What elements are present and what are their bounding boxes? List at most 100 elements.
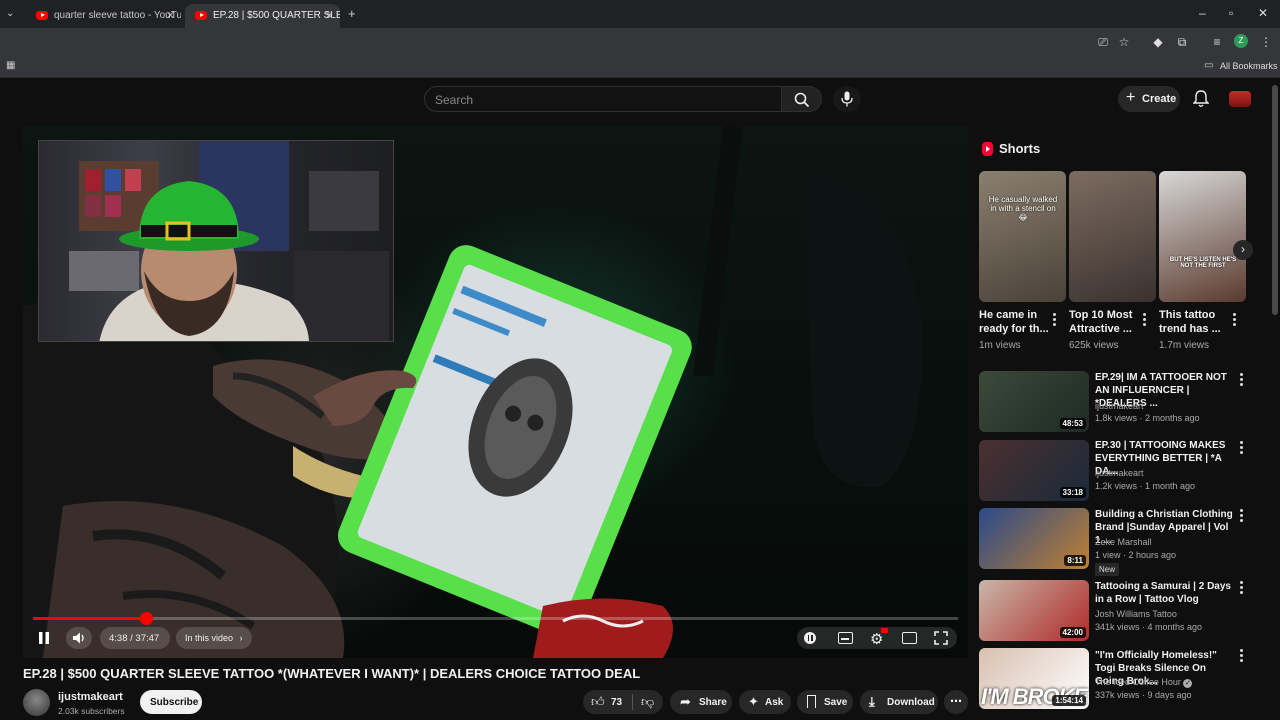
- all-bookmarks-link[interactable]: All Bookmarks: [1220, 61, 1278, 71]
- settings-gear-icon[interactable]: ⚙: [870, 628, 888, 648]
- share-label: Share: [699, 697, 727, 708]
- extensions-puzzle-icon[interactable]: ⧉: [1174, 34, 1190, 50]
- thumbs-down-icon: 👎︎: [641, 694, 655, 709]
- address-bar-row: ⎚ ☆ ◆ ⧉ ≡ Z ⋮: [0, 28, 1280, 56]
- short-menu-icon[interactable]: [1050, 313, 1058, 327]
- recommendation-title[interactable]: Tattooing a Samurai | 2 Days in a Row | …: [1095, 580, 1235, 606]
- minimize-icon[interactable]: –: [1199, 6, 1206, 20]
- short-thumbnail[interactable]: He casually walked in with a stencil on …: [979, 171, 1066, 302]
- download-button[interactable]: ⤓ Download: [860, 690, 938, 714]
- chapters-button[interactable]: In this video ›: [176, 627, 252, 649]
- duration-badge: 8:11: [1064, 555, 1086, 566]
- youtube-favicon-icon: [195, 11, 207, 20]
- channel-name[interactable]: ijustmakeart: [58, 691, 123, 703]
- page-scrollbar[interactable]: [1272, 85, 1278, 315]
- notifications-bell-icon[interactable]: [1193, 90, 1209, 108]
- recommendation-meta: 1.8k views · 2 months ago: [1095, 413, 1200, 423]
- extension-diamond-icon[interactable]: ◆: [1150, 34, 1166, 50]
- duration-badge: 33:18: [1059, 487, 1086, 498]
- recommendation-thumbnail[interactable]: 33:18: [979, 440, 1089, 501]
- cast-icon[interactable]: ⎚: [1095, 34, 1111, 50]
- short-menu-icon[interactable]: [1140, 313, 1148, 327]
- short-thumbnail-text: He casually walked in with a stencil on …: [988, 195, 1058, 222]
- recommendation-menu-icon[interactable]: [1237, 373, 1245, 387]
- search-button[interactable]: [782, 86, 822, 112]
- tab-title: EP.28 | $500 QUARTER SLEE: [213, 10, 340, 21]
- account-avatar[interactable]: [1229, 91, 1251, 107]
- tab-current-video[interactable]: EP.28 | $500 QUARTER SLEE ✕: [185, 4, 340, 28]
- voice-search-button[interactable]: [833, 86, 861, 112]
- webcam-scene: [69, 141, 389, 341]
- save-button[interactable]: Save: [797, 690, 853, 714]
- autoplay-toggle-icon[interactable]: [804, 632, 816, 644]
- fullscreen-icon[interactable]: [934, 631, 948, 645]
- tab-close-icon[interactable]: ✕: [166, 9, 175, 22]
- microphone-icon: [841, 91, 853, 107]
- bookmark-star-icon[interactable]: ☆: [1116, 34, 1132, 50]
- browser-menu-icon[interactable]: ⋮: [1258, 34, 1274, 50]
- ask-button[interactable]: ✦ Ask: [739, 690, 791, 714]
- recommendation-thumbnail[interactable]: I'M BROKE 1:54:14: [979, 648, 1089, 709]
- shorts-next-button[interactable]: ›: [1233, 240, 1253, 260]
- browser-tab-strip: ⌄ quarter sleeve tattoo - YouTube ✕ EP.2…: [0, 0, 1280, 28]
- recommendation-channel[interactable]: Josh Williams Tattoo: [1095, 609, 1177, 619]
- youtube-favicon-icon: [36, 11, 48, 20]
- recommendation-menu-icon[interactable]: [1237, 509, 1245, 523]
- maximize-icon[interactable]: ▫: [1229, 6, 1233, 20]
- duration-badge: 48:53: [1059, 418, 1086, 429]
- recommendation-menu-icon[interactable]: [1237, 649, 1245, 663]
- recommendation-channel[interactable]: The Iced Coffee Hour ✓: [1095, 677, 1193, 688]
- short-menu-icon[interactable]: [1230, 313, 1238, 327]
- recommendation-thumbnail[interactable]: 48:53: [979, 371, 1089, 432]
- more-actions-button[interactable]: ⋯: [944, 690, 968, 714]
- recommendation-menu-icon[interactable]: [1237, 581, 1245, 595]
- hd-badge: [881, 628, 888, 633]
- recommendation-channel[interactable]: ijustmakeart: [1095, 401, 1144, 411]
- short-thumbnail[interactable]: BUT HE'S LISTEN HE'S NOT THE FIRST: [1159, 171, 1246, 302]
- recommendation-meta: 1.2k views · 1 month ago: [1095, 481, 1196, 491]
- theater-mode-icon[interactable]: [902, 632, 917, 644]
- close-window-icon[interactable]: ✕: [1258, 6, 1268, 20]
- volume-button[interactable]: [66, 627, 92, 649]
- search-input[interactable]: Search: [424, 86, 782, 112]
- channel-avatar[interactable]: [23, 689, 50, 716]
- recommendation-meta: 341k views · 4 months ago: [1095, 622, 1203, 632]
- short-title[interactable]: This tattoo trend has ...: [1159, 308, 1231, 336]
- bookmark-icon: [807, 695, 816, 708]
- recommendation-meta: 1 view · 2 hours ago: [1095, 550, 1177, 560]
- create-button[interactable]: + Create: [1118, 86, 1180, 112]
- subscribe-button[interactable]: Subscribe: [140, 690, 202, 714]
- new-tab-button[interactable]: +: [348, 6, 356, 21]
- progress-bar-track[interactable]: [33, 612, 958, 625]
- media-control-icon[interactable]: ≡: [1209, 34, 1225, 50]
- share-button[interactable]: ➦ Share: [670, 690, 732, 714]
- subscriber-count: 2.03k subscribers: [58, 706, 125, 716]
- recommendation-channel[interactable]: Zeke Marshall: [1095, 537, 1152, 547]
- tab-search-icon[interactable]: ⌄: [6, 8, 14, 19]
- download-label: Download: [887, 697, 935, 708]
- like-button[interactable]: 👍︎ 73: [583, 690, 631, 714]
- profile-avatar[interactable]: Z: [1234, 34, 1248, 48]
- recommendation-channel[interactable]: ijustmakeart: [1095, 468, 1144, 478]
- apps-grid-icon[interactable]: ▦: [6, 60, 15, 71]
- shorts-logo-icon: [982, 142, 993, 156]
- recommendation-thumbnail[interactable]: 42:00: [979, 580, 1089, 641]
- subtitles-icon[interactable]: [838, 632, 853, 644]
- short-thumbnail[interactable]: [1069, 171, 1156, 302]
- share-arrow-icon: ➦: [680, 694, 691, 709]
- pause-icon[interactable]: [37, 631, 51, 645]
- like-count: 73: [611, 697, 623, 708]
- tab-youtube-search[interactable]: quarter sleeve tattoo - YouTube ✕: [26, 4, 181, 28]
- short-title[interactable]: Top 10 Most Attractive ...: [1069, 308, 1141, 336]
- recommendation-menu-icon[interactable]: [1237, 441, 1245, 455]
- video-player[interactable]: [23, 126, 968, 658]
- folder-icon: ▭: [1204, 60, 1214, 71]
- dislike-button[interactable]: 👎︎: [634, 690, 663, 714]
- short-title[interactable]: He came in ready for th...: [979, 308, 1051, 336]
- new-badge: New: [1095, 563, 1120, 576]
- recommendation-thumbnail[interactable]: 8:11: [979, 508, 1089, 569]
- tab-close-icon[interactable]: ✕: [325, 9, 334, 22]
- chapters-label: In this video: [185, 633, 234, 643]
- save-label: Save: [824, 697, 848, 708]
- short-views: 625k views: [1069, 340, 1119, 351]
